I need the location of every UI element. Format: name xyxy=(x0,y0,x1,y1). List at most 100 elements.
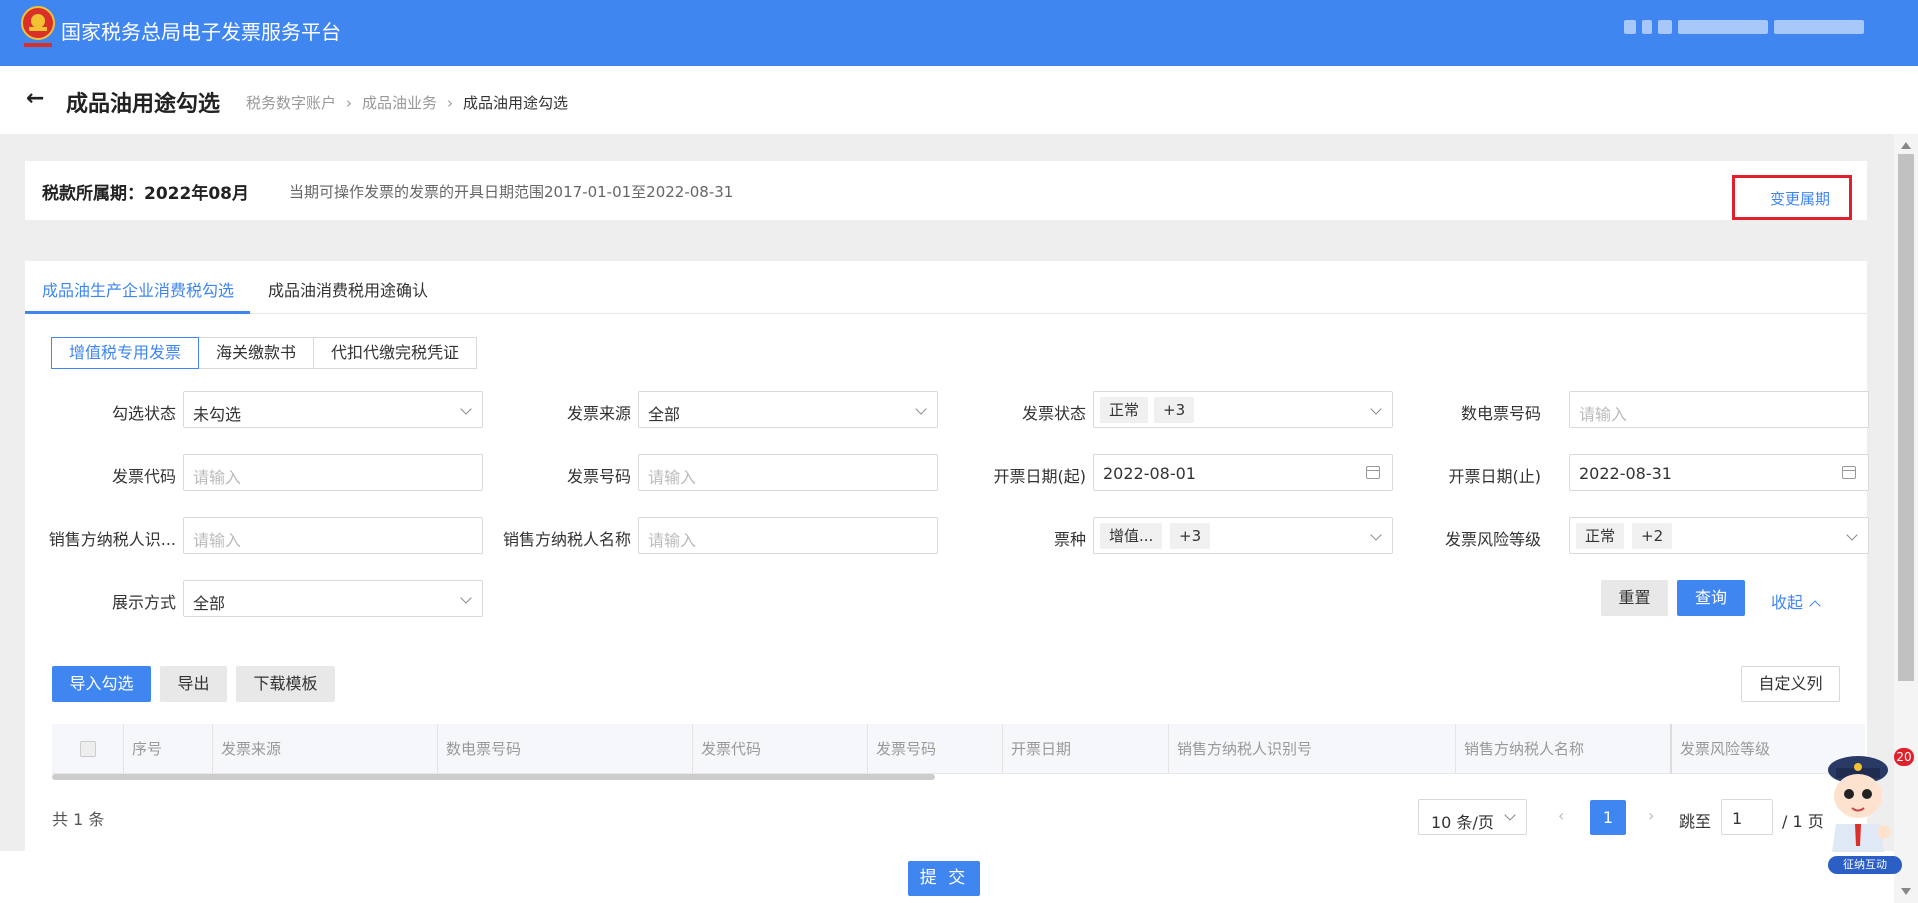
input-placeholder: 请输入 xyxy=(648,468,697,487)
select-value: 未勾选 xyxy=(193,405,242,424)
more-tag: +3 xyxy=(1154,397,1195,423)
app-title: 国家税务总局电子发票服务平台 xyxy=(61,20,341,44)
input-placeholder: 请输入 xyxy=(1579,405,1628,424)
page-size-select[interactable]: 10 条/页 xyxy=(1418,799,1527,835)
breadcrumb-item[interactable]: 成品油业务 xyxy=(362,92,437,113)
field-label: 销售方纳税人识... xyxy=(48,530,176,549)
field-label: 数电票号码 xyxy=(1460,404,1541,423)
select-value: 10 条/页 xyxy=(1431,813,1494,832)
tax-emblem-logo xyxy=(21,6,55,47)
filter-invoice-code: 发票代码 请输入 xyxy=(25,454,483,491)
prev-page-button[interactable]: ‹ xyxy=(1558,806,1564,825)
active-tab-indicator xyxy=(25,311,250,314)
chevron-down-icon xyxy=(460,592,472,604)
column-header: 销售方纳税人名称 xyxy=(1455,724,1670,774)
next-page-button[interactable]: › xyxy=(1648,806,1654,825)
breadcrumb-item[interactable]: 税务数字账户 xyxy=(246,92,336,113)
tab-bar: 成品油生产企业消费税勾选 成品油消费税用途确认 xyxy=(25,261,1867,314)
scroll-up-arrow-icon[interactable] xyxy=(1901,142,1911,149)
select-value: 全部 xyxy=(193,594,226,613)
assistant-label[interactable]: 征纳互动 xyxy=(1828,856,1902,874)
scroll-down-arrow-icon[interactable] xyxy=(1901,888,1911,895)
doc-type-vat-special[interactable]: 增值税专用发票 xyxy=(51,337,200,369)
chevron-down-icon xyxy=(1370,403,1382,415)
field-label: 票种 xyxy=(1053,530,1086,549)
ticket-type-select[interactable]: 增值... +3 xyxy=(1093,517,1393,554)
column-header: 发票来源 xyxy=(212,724,437,774)
display-mode-select[interactable]: 全部 xyxy=(183,580,483,617)
input-placeholder: 请输入 xyxy=(648,531,697,550)
date-end-picker[interactable]: 2022-08-31 xyxy=(1569,454,1869,491)
change-period-link[interactable]: 变更属期 xyxy=(1770,188,1830,209)
field-label: 发票状态 xyxy=(1021,404,1086,423)
invoice-code-input[interactable]: 请输入 xyxy=(183,454,483,491)
page-header: ← 成品油用途勾选 税务数字账户 › 成品油业务 › 成品油用途勾选 xyxy=(0,66,1918,134)
filter-check-status: 勾选状态 未勾选 xyxy=(25,391,483,428)
back-arrow-icon[interactable]: ← xyxy=(26,86,44,111)
filter-invoice-status: 发票状态 正常 +3 xyxy=(938,391,1393,428)
filter-invoice-no: 发票号码 请输入 xyxy=(483,454,938,491)
total-count: 共 1 条 xyxy=(52,810,105,829)
check-status-select[interactable]: 未勾选 xyxy=(183,391,483,428)
select-all-checkbox[interactable] xyxy=(80,741,96,757)
chevron-down-icon xyxy=(460,403,472,415)
doc-type-withholding[interactable]: 代扣代缴完税凭证 xyxy=(313,337,478,369)
goto-page-input[interactable]: 1 xyxy=(1721,799,1773,835)
invoice-status-select[interactable]: 正常 +3 xyxy=(1093,391,1393,428)
table-header: 序号 发票来源 数电票号码 发票代码 发票号码 开票日期 销售方纳税人识别号 销… xyxy=(52,724,1865,774)
select-value: 全部 xyxy=(648,405,681,424)
vertical-scrollbar[interactable] xyxy=(1894,134,1918,903)
seller-tax-id-input[interactable]: 请输入 xyxy=(183,517,483,554)
column-header: 发票号码 xyxy=(867,724,1002,774)
column-header: 开票日期 xyxy=(1002,724,1168,774)
filter-edigital-no: 数电票号码 请输入 xyxy=(1393,391,1869,428)
filter-ticket-type: 票种 增值... +3 xyxy=(938,517,1393,554)
tab-production-consumption-tax[interactable]: 成品油生产企业消费税勾选 xyxy=(42,277,234,301)
risk-level-select[interactable]: 正常 +2 xyxy=(1569,517,1869,554)
calendar-icon xyxy=(1366,466,1380,479)
field-label: 开票日期(止) xyxy=(1448,467,1542,486)
selected-tag: 增值... xyxy=(1100,523,1163,549)
date-value: 2022-08-31 xyxy=(1579,464,1672,483)
goto-label: 跳至 xyxy=(1679,812,1712,831)
seller-name-input[interactable]: 请输入 xyxy=(638,517,938,554)
reset-button[interactable]: 重置 xyxy=(1601,580,1668,616)
input-value: 1 xyxy=(1732,809,1743,828)
horizontal-scrollbar[interactable] xyxy=(52,774,935,780)
invoice-no-input[interactable]: 请输入 xyxy=(638,454,938,491)
edigital-no-input[interactable]: 请输入 xyxy=(1569,391,1869,428)
page-title: 成品油用途勾选 xyxy=(66,92,221,117)
date-start-picker[interactable]: 2022-08-01 xyxy=(1093,454,1393,491)
custom-columns-button[interactable]: 自定义列 xyxy=(1741,666,1840,702)
scrollbar-thumb[interactable] xyxy=(1898,154,1914,681)
doc-type-customs[interactable]: 海关缴款书 xyxy=(198,337,315,369)
column-header: 数电票号码 xyxy=(437,724,692,774)
tax-period-note: 当期可操作发票的发票的开具日期范围2017-01-01至2022-08-31 xyxy=(289,183,734,201)
query-button[interactable]: 查询 xyxy=(1677,580,1745,616)
document-type-switch: 增值税专用发票 海关缴款书 代扣代缴完税凭证 xyxy=(51,337,478,369)
field-label: 勾选状态 xyxy=(111,404,176,423)
import-select-button[interactable]: 导入勾选 xyxy=(52,666,151,702)
current-page-button[interactable]: 1 xyxy=(1590,800,1626,835)
filter-invoice-source: 发票来源 全部 xyxy=(483,391,938,428)
chevron-right-icon: › xyxy=(346,93,353,112)
footer-bar: 提 交 xyxy=(0,851,1918,903)
more-tag: +3 xyxy=(1170,523,1211,549)
chevron-down-icon xyxy=(1846,529,1858,541)
user-info-blurred[interactable] xyxy=(1624,20,1864,34)
input-placeholder: 请输入 xyxy=(193,531,242,550)
collapse-link[interactable]: 收起 xyxy=(1771,589,1821,613)
field-label: 展示方式 xyxy=(111,593,176,612)
submit-button[interactable]: 提 交 xyxy=(908,861,980,896)
chevron-down-icon xyxy=(1504,809,1516,821)
input-placeholder: 请输入 xyxy=(193,468,242,487)
download-template-button[interactable]: 下载模板 xyxy=(236,666,335,702)
filter-date-end: 开票日期(止) 2022-08-31 xyxy=(1393,454,1869,491)
tab-usage-confirmation[interactable]: 成品油消费税用途确认 xyxy=(268,277,428,301)
invoice-source-select[interactable]: 全部 xyxy=(638,391,938,428)
chevron-up-icon xyxy=(1809,600,1821,612)
total-pages: / 1 页 xyxy=(1782,812,1824,831)
field-label: 销售方纳税人名称 xyxy=(502,530,631,549)
export-button[interactable]: 导出 xyxy=(160,666,227,702)
more-tag: +2 xyxy=(1632,523,1673,549)
